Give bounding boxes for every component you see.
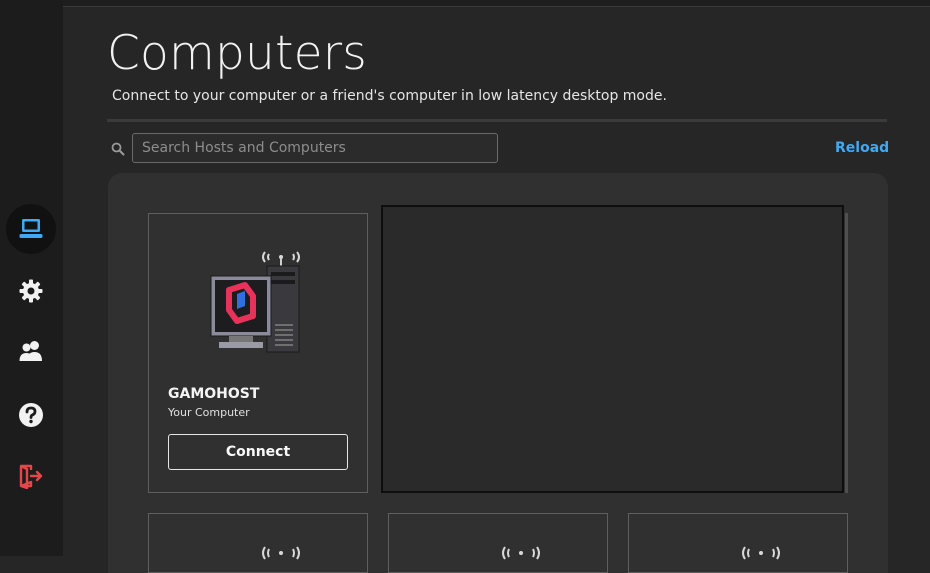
nav-help[interactable] [6, 390, 56, 440]
host-subtitle: Your Computer [168, 406, 250, 419]
logout-icon [19, 464, 43, 489]
page-title: Computers [107, 26, 367, 81]
antenna-icon [262, 546, 300, 560]
host-card [628, 513, 848, 573]
help-icon [19, 403, 43, 427]
header-divider [107, 119, 887, 122]
computer-icon [210, 251, 300, 353]
nav-friends[interactable] [6, 326, 56, 376]
users-icon [19, 341, 42, 361]
connect-button[interactable]: Connect [168, 434, 348, 470]
reload-button[interactable]: Reload [835, 140, 889, 156]
page-subtitle: Connect to your computer or a friend's c… [112, 88, 667, 104]
nav-logout[interactable] [6, 451, 56, 501]
search-input[interactable] [132, 133, 498, 163]
nav-settings[interactable] [6, 266, 56, 316]
host-card [388, 513, 608, 573]
host-preview [381, 205, 844, 493]
card-edge [845, 213, 848, 493]
sidebar [0, 0, 63, 556]
host-card [148, 513, 368, 573]
laptop-icon [19, 219, 43, 238]
search-icon [111, 142, 125, 156]
host-card: GAMOHOST Your Computer Connect [148, 213, 368, 493]
antenna-icon [502, 546, 540, 560]
top-bar [63, 0, 930, 7]
antenna-icon [742, 546, 780, 560]
host-name: GAMOHOST [168, 386, 260, 402]
gear-icon [19, 279, 43, 303]
nav-computers[interactable] [6, 204, 56, 254]
